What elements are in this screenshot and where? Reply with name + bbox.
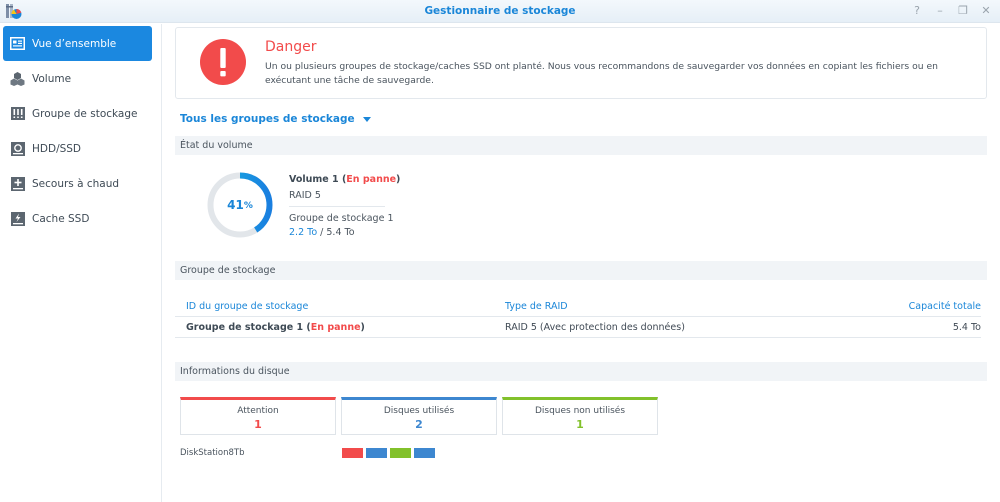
unused-disks-label: Disques non utilisés bbox=[534, 406, 626, 416]
hot-spare-icon bbox=[10, 176, 25, 191]
sidebar-item-volume[interactable]: Volume bbox=[3, 61, 152, 96]
disk-slot-1[interactable] bbox=[342, 448, 363, 458]
column-header-total-capacity[interactable]: Capacité totale bbox=[909, 301, 981, 312]
sidebar-item-storage-pool[interactable]: Groupe de stockage bbox=[3, 96, 152, 131]
sidebar-item-hot-spare[interactable]: Secours à chaud bbox=[3, 166, 152, 201]
disk-slot-2[interactable] bbox=[366, 448, 387, 458]
capacity-separator: / bbox=[317, 227, 327, 238]
volume-capacity: 2.2 To / 5.4 To bbox=[289, 227, 400, 238]
table-row[interactable]: Groupe de stockage 1 (En panne) RAID 5 (… bbox=[175, 317, 981, 338]
device-name: DiskStation8Tb bbox=[180, 448, 245, 458]
overview-icon bbox=[10, 36, 25, 51]
unused-disks-count: 1 bbox=[576, 418, 584, 431]
help-button[interactable]: ? bbox=[911, 4, 923, 18]
column-header-raid-type[interactable]: Type de RAID bbox=[505, 301, 568, 312]
pool-id-cell: Groupe de stockage 1 (En panne) bbox=[186, 322, 365, 333]
volume-used: 2.2 To bbox=[289, 227, 318, 238]
sidebar-item-label: Cache SSD bbox=[32, 212, 90, 225]
window-title: Gestionnaire de stockage bbox=[424, 5, 576, 17]
disk-slot-3[interactable] bbox=[390, 448, 411, 458]
volume-icon bbox=[10, 71, 25, 86]
sidebar-item-hdd-ssd[interactable]: HDD/SSD bbox=[3, 131, 152, 166]
sidebar: Vue d’ensemble Volume Groupe de stockage… bbox=[0, 24, 162, 502]
disk-slots bbox=[342, 448, 435, 458]
danger-alert: Danger Un ou plusieurs groupes de stocka… bbox=[175, 27, 987, 99]
volume-pool: Groupe de stockage 1 bbox=[289, 213, 394, 224]
close-button[interactable]: ✕ bbox=[980, 4, 992, 18]
usage-percent-value: 41 bbox=[227, 198, 244, 212]
danger-exclamation-icon bbox=[200, 39, 246, 85]
volume-status: En panne bbox=[346, 174, 397, 185]
column-header-pool-id[interactable]: ID du groupe de stockage bbox=[186, 301, 308, 312]
restore-button[interactable]: ❐ bbox=[957, 4, 969, 18]
sidebar-item-label: Secours à chaud bbox=[32, 177, 120, 190]
disk-slot-4[interactable] bbox=[414, 448, 435, 458]
filter-selected-label: Tous les groupes de stockage bbox=[180, 113, 355, 125]
percent-sign: % bbox=[243, 201, 253, 211]
storage-pool-heading: Groupe de stockage bbox=[175, 261, 987, 280]
volume-info: Volume 1 (En panne) RAID 5 Groupe de sto… bbox=[289, 174, 400, 238]
hdd-icon bbox=[10, 141, 25, 156]
used-disks-label: Disques utilisés bbox=[383, 406, 455, 416]
volume-total: 5.4 To bbox=[326, 227, 355, 238]
storage-pool-icon bbox=[10, 106, 25, 121]
caret-down-icon bbox=[362, 116, 371, 122]
attention-card[interactable]: Attention 1 bbox=[180, 397, 336, 435]
alert-message: Un ou plusieurs groupes de stockage/cach… bbox=[265, 61, 938, 86]
attention-label: Attention bbox=[237, 406, 279, 416]
divider bbox=[289, 206, 385, 207]
minimize-button[interactable]: – bbox=[934, 4, 946, 18]
unused-disks-card[interactable]: Disques non utilisés 1 bbox=[502, 397, 658, 435]
sidebar-item-label: Vue d’ensemble bbox=[32, 37, 117, 50]
sidebar-item-label: HDD/SSD bbox=[32, 142, 82, 155]
sidebar-item-label: Volume bbox=[32, 72, 72, 85]
pool-status: En panne bbox=[310, 322, 361, 333]
alert-title: Danger bbox=[265, 39, 317, 55]
table-header-row: ID du groupe de stockage Type de RAID Ca… bbox=[175, 296, 981, 317]
usage-percent-label: 41% bbox=[205, 170, 275, 240]
storage-pool-filter-dropdown[interactable]: Tous les groupes de stockage bbox=[180, 113, 371, 125]
sidebar-item-label: Groupe de stockage bbox=[32, 107, 138, 120]
raid-type-cell: RAID 5 (Avec protection des données) bbox=[505, 322, 685, 333]
storage-pool-table: ID du groupe de stockage Type de RAID Ca… bbox=[175, 296, 981, 338]
title-bar: Gestionnaire de stockage ? – ❐ ✕ bbox=[0, 0, 1000, 23]
sidebar-item-ssd-cache[interactable]: Cache SSD bbox=[3, 201, 152, 236]
main-content: Danger Un ou plusieurs groupes de stocka… bbox=[163, 24, 1000, 502]
attention-count: 1 bbox=[254, 418, 262, 431]
ssd-cache-icon bbox=[10, 211, 25, 226]
volume-raid: RAID 5 bbox=[289, 190, 321, 201]
used-disks-count: 2 bbox=[415, 418, 423, 431]
volume-name-line: Volume 1 (En panne) bbox=[289, 174, 401, 185]
disk-info-heading: Informations du disque bbox=[175, 362, 987, 381]
pool-id: Groupe de stockage 1 bbox=[186, 322, 304, 333]
volume-name: Volume 1 bbox=[289, 174, 339, 185]
volume-status-heading: État du volume bbox=[175, 136, 987, 155]
sidebar-item-overview[interactable]: Vue d’ensemble bbox=[3, 26, 152, 61]
capacity-cell: 5.4 To bbox=[952, 322, 981, 333]
used-disks-card[interactable]: Disques utilisés 2 bbox=[341, 397, 497, 435]
